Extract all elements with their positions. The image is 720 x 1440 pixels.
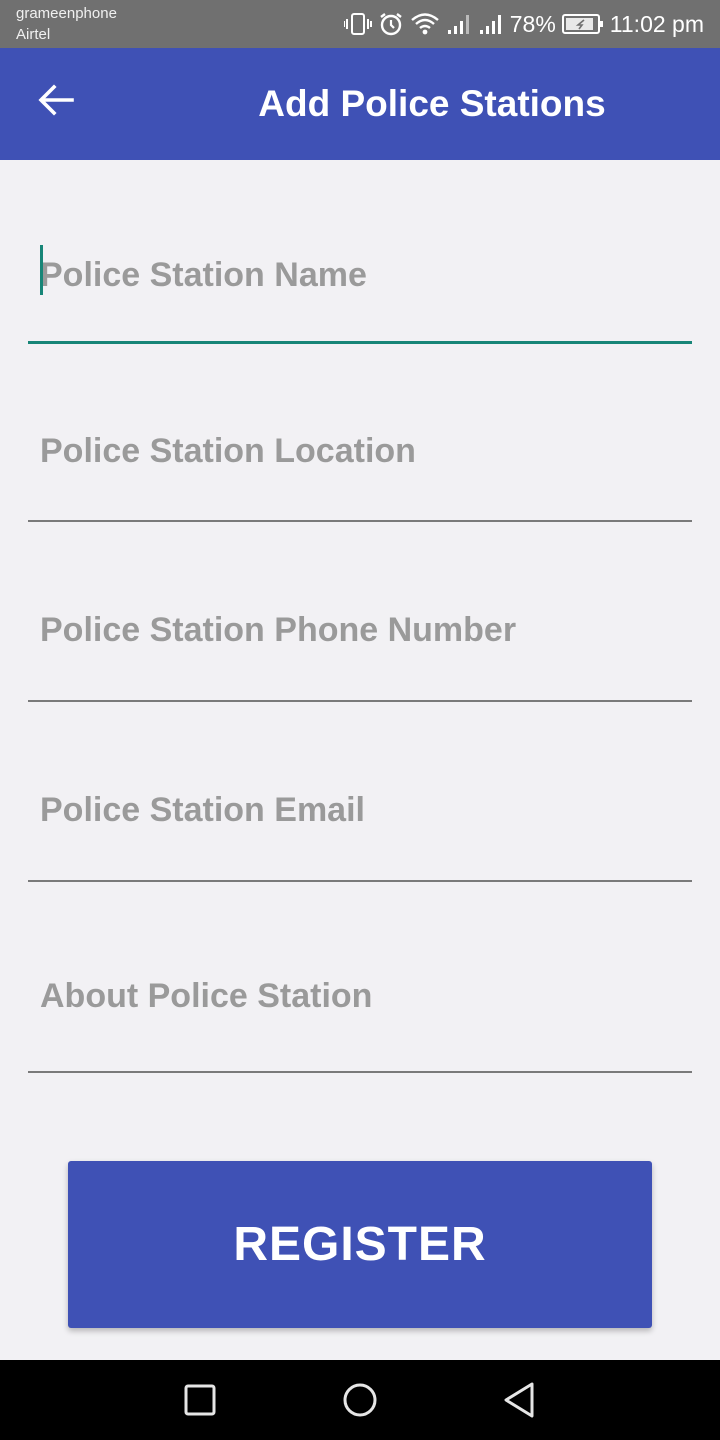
recent-apps-icon bbox=[180, 1384, 220, 1424]
police-station-location-field[interactable] bbox=[28, 406, 692, 496]
police-station-location-input[interactable] bbox=[28, 406, 692, 496]
back-nav-button[interactable] bbox=[500, 1380, 540, 1420]
police-station-email-field[interactable] bbox=[28, 765, 692, 855]
about-police-station-input[interactable] bbox=[28, 951, 692, 1041]
police-station-phone-field[interactable] bbox=[28, 585, 692, 675]
battery-icon bbox=[561, 12, 604, 36]
recent-apps-button[interactable] bbox=[180, 1380, 220, 1420]
home-button[interactable] bbox=[340, 1380, 380, 1420]
carrier-secondary: Airtel bbox=[16, 26, 51, 43]
phone-field-underline bbox=[28, 700, 692, 702]
home-icon bbox=[340, 1383, 380, 1424]
vibrate-icon bbox=[343, 12, 372, 36]
police-station-name-field[interactable] bbox=[28, 230, 692, 320]
location-field-underline bbox=[28, 520, 692, 522]
status-icons: 78% 11:02 pm bbox=[343, 0, 704, 48]
police-station-email-input[interactable] bbox=[28, 765, 692, 855]
status-bar: grameenphone Airtel 78% 11:02 pm bbox=[0, 0, 720, 48]
signal-icon bbox=[446, 12, 472, 36]
wifi-icon bbox=[410, 12, 440, 36]
clock: 11:02 pm bbox=[609, 10, 704, 37]
about-police-station-field[interactable] bbox=[28, 951, 692, 1041]
navigation-bar bbox=[0, 1360, 720, 1440]
name-field-underline bbox=[28, 341, 692, 344]
carrier-primary: grameenphone bbox=[16, 5, 117, 22]
about-field-underline bbox=[28, 1071, 692, 1073]
page-title: Add Police Stations bbox=[258, 83, 606, 124]
alarm-icon bbox=[378, 11, 404, 37]
screen: grameenphone Airtel 78% 11:02 pm Add Pol… bbox=[0, 0, 720, 1440]
signal-icon bbox=[478, 12, 504, 36]
app-bar: Add Police Stations bbox=[0, 48, 720, 160]
police-station-name-input[interactable] bbox=[28, 230, 692, 320]
email-field-underline bbox=[28, 880, 692, 882]
police-station-phone-input[interactable] bbox=[28, 585, 692, 675]
text-cursor bbox=[40, 245, 43, 295]
register-button[interactable]: REGISTER bbox=[68, 1161, 652, 1328]
battery-percent: 78% bbox=[509, 10, 556, 37]
back-nav-icon bbox=[500, 1382, 540, 1424]
